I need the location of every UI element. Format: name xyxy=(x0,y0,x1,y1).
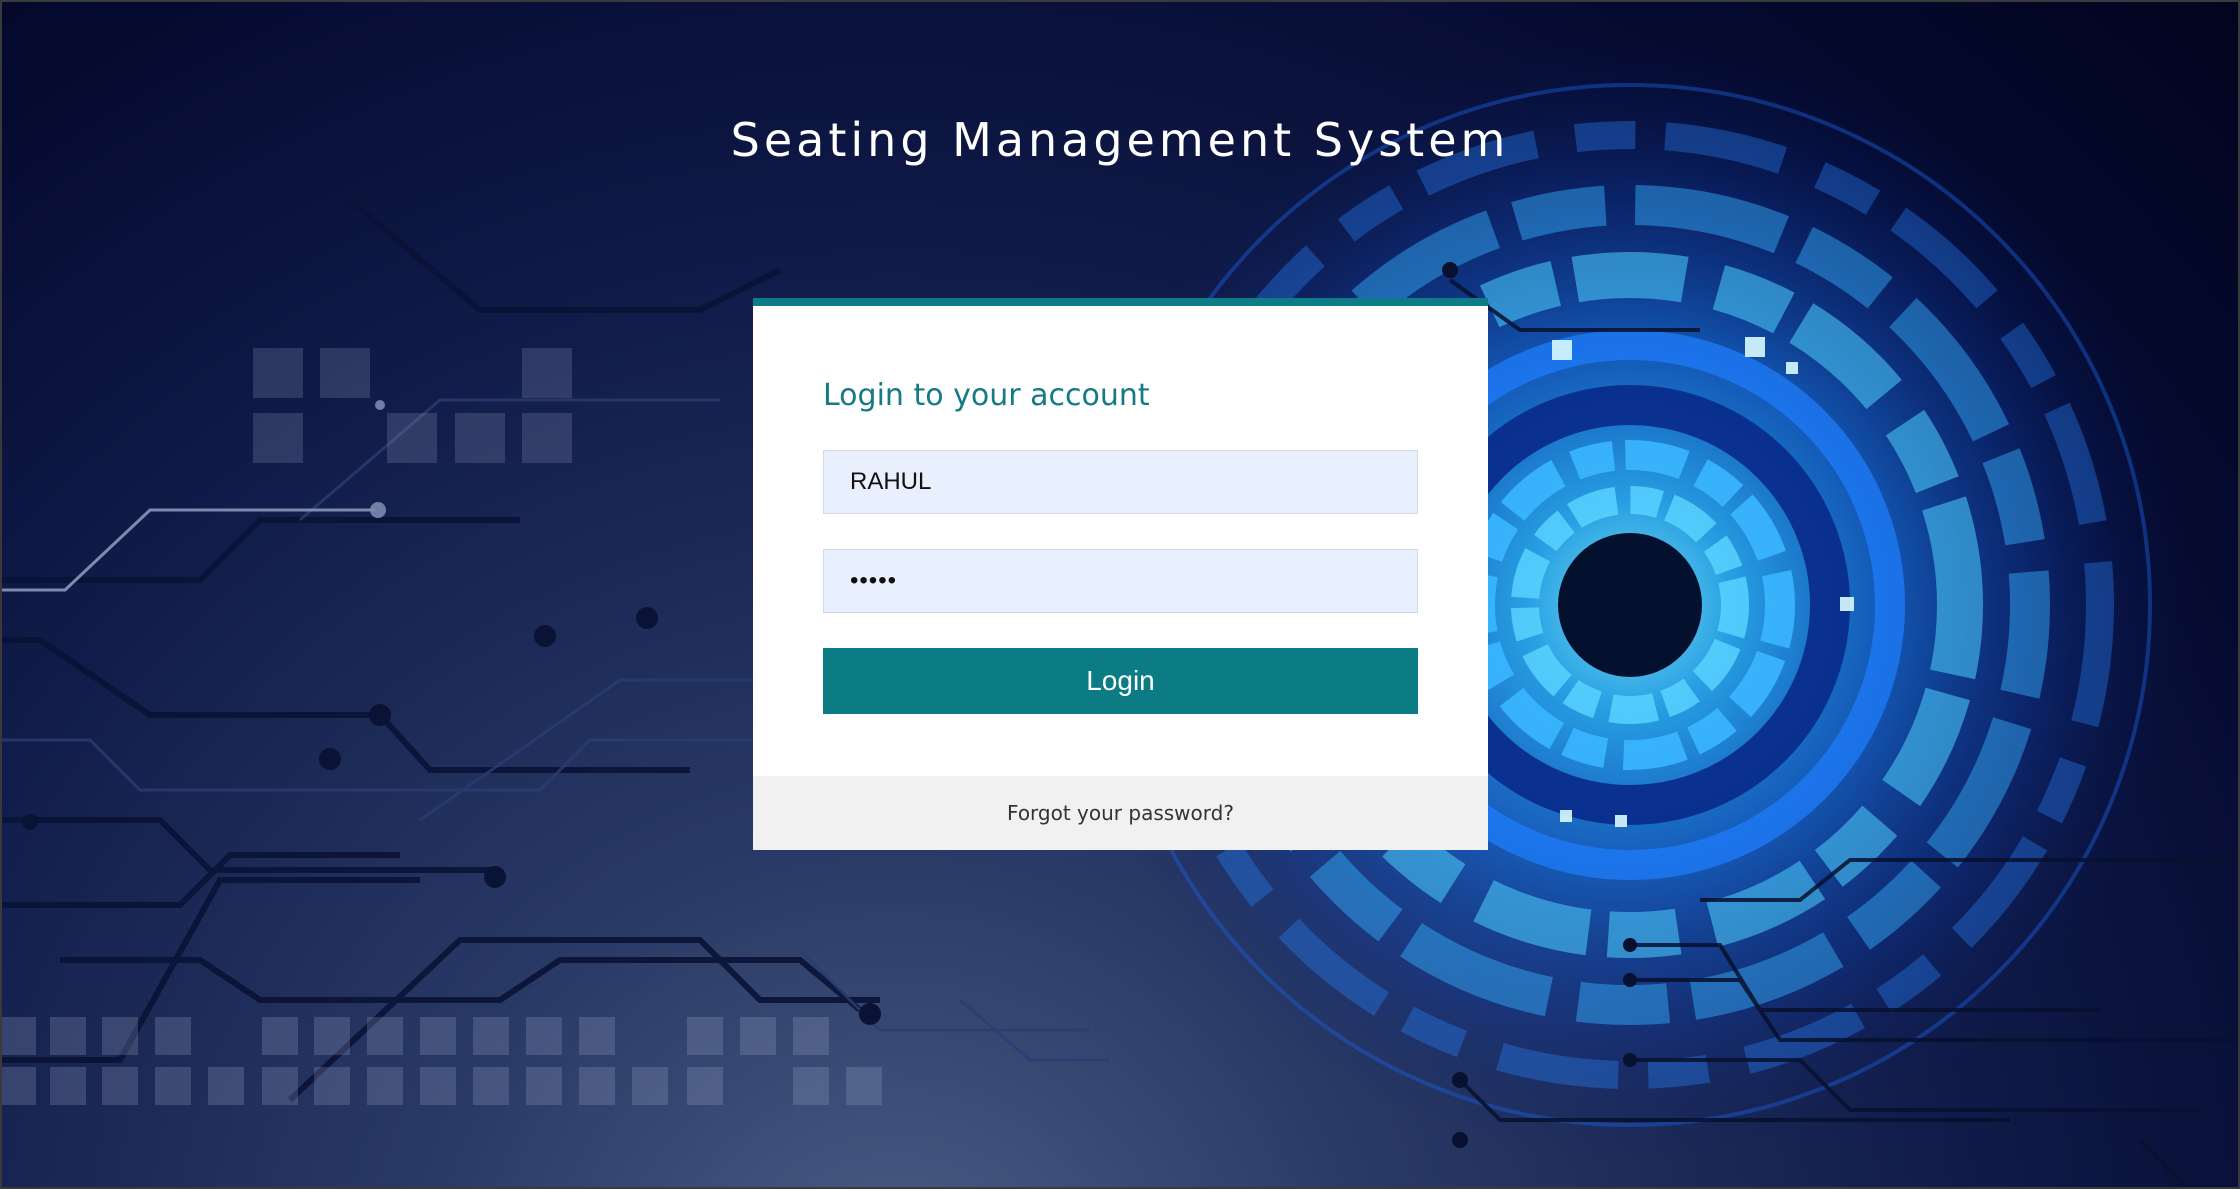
page-title: Seating Management System xyxy=(730,112,1510,167)
password-input[interactable] xyxy=(823,549,1418,613)
username-input[interactable] xyxy=(823,450,1418,514)
login-button[interactable]: Login xyxy=(823,648,1418,714)
login-heading: Login to your account xyxy=(823,378,1150,413)
forgot-password-link[interactable]: Forgot your password? xyxy=(1007,801,1234,825)
login-card-footer: Forgot your password? xyxy=(753,776,1488,850)
login-card: Login to your account Login Forgot your … xyxy=(753,298,1488,850)
